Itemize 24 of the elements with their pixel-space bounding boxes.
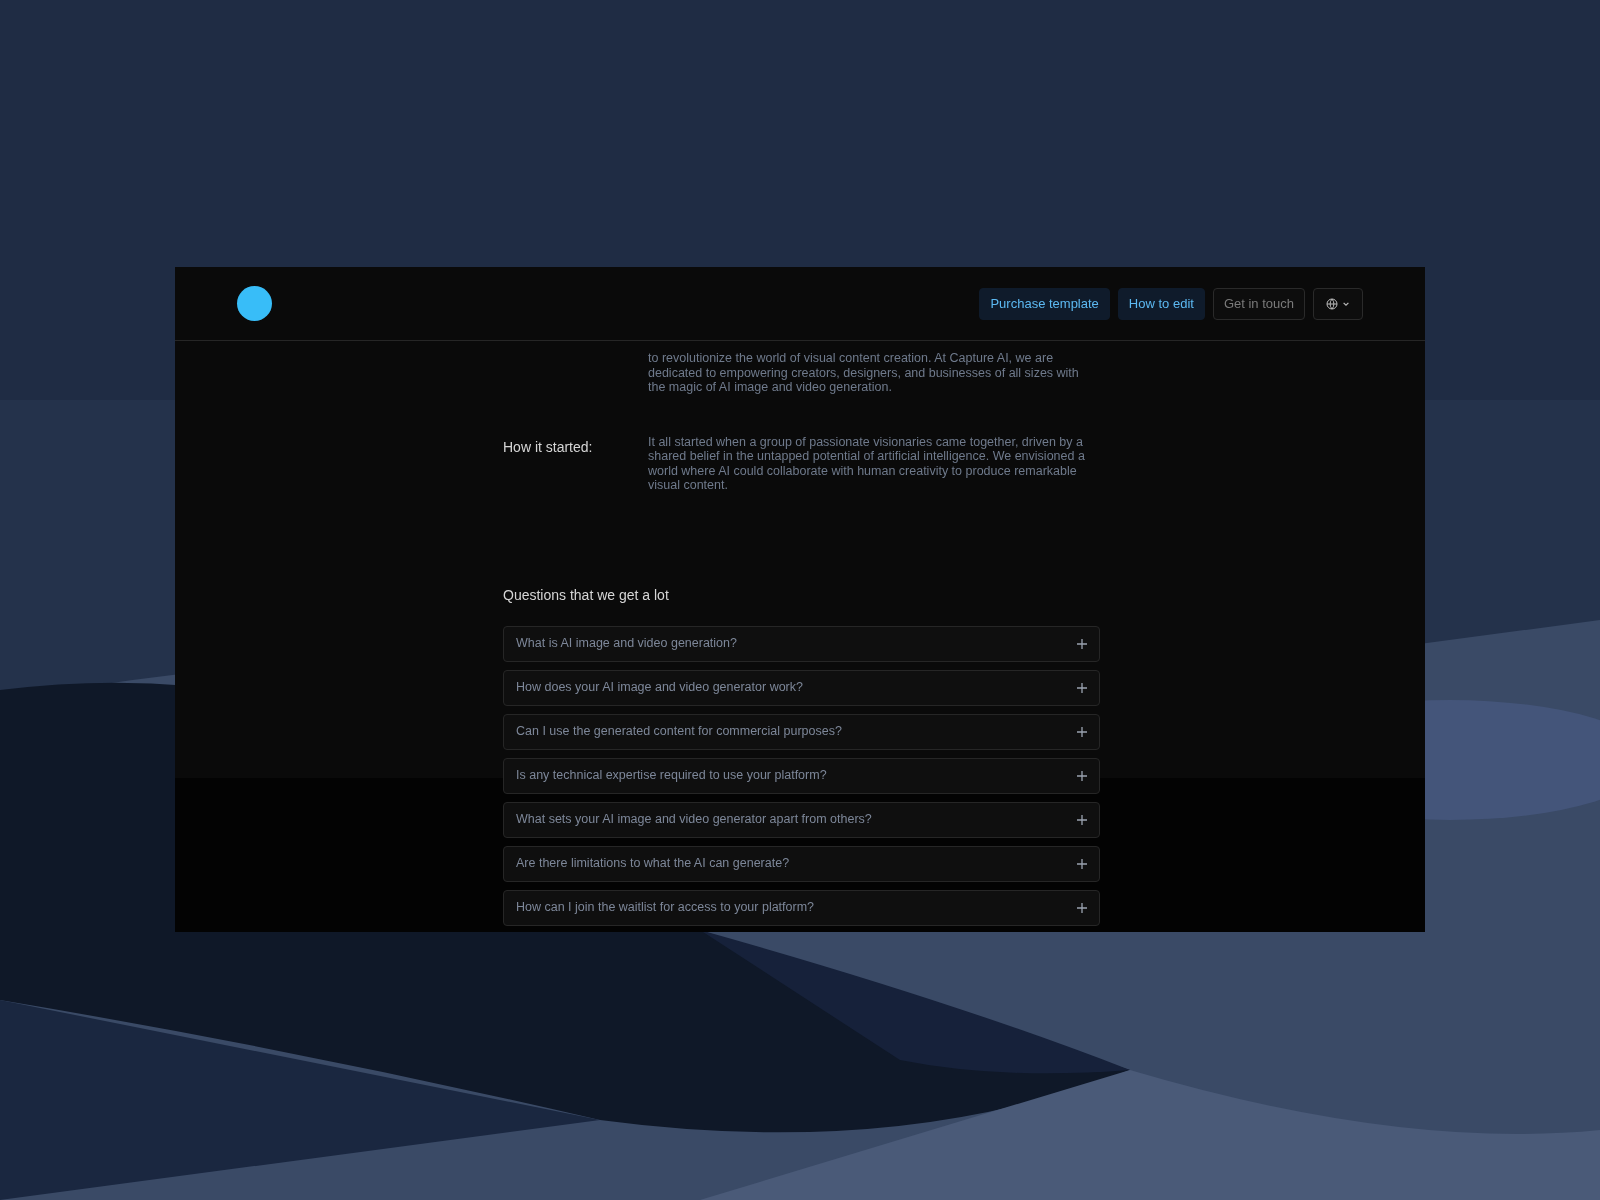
nav-button[interactable]: Get in touch <box>1212 287 1305 320</box>
plus-icon <box>1077 902 1087 913</box>
language-button[interactable] <box>1313 287 1363 320</box>
faq-item[interactable]: Can I use the generated content for commercial purposes? <box>503 713 1100 750</box>
nav-button[interactable]: How to edit <box>1117 287 1205 320</box>
plus-icon <box>1077 814 1087 825</box>
section-paragraph: It all started when a group of passionate visionaries came together, driven by a shared belief in the untapped potential of artificial intelligence. We envisioned a world where AI could collaborate with human creativity to produce remarkable visual content. <box>648 434 1086 493</box>
plus-icon <box>1077 682 1087 693</box>
faq-heading: Questions that we get a lot <box>503 585 670 605</box>
section-label: How it started: <box>503 438 593 455</box>
plus-icon <box>1077 726 1087 737</box>
faq-item[interactable]: Is any technical expertise required to use your platform? <box>503 757 1100 794</box>
globe-icon <box>1326 297 1338 310</box>
faq-item[interactable]: How does your AI image and video generator work? <box>503 669 1100 706</box>
section-paragraph: to revolutionize the world of visual content creation. At Capture AI, we are dedicated to empowering creators, designers, and businesses of all sizes with the magic of AI image and video generation. <box>648 351 1080 395</box>
faq-item[interactable]: What is AI image and video generation? <box>503 625 1100 662</box>
plus-icon <box>1077 770 1087 781</box>
plus-icon <box>1077 858 1087 869</box>
plus-icon <box>1077 638 1087 649</box>
logo[interactable] <box>237 286 272 321</box>
faq-item[interactable]: What sets your AI image and video generator apart from others? <box>503 801 1100 838</box>
faq-item[interactable]: Are there limitations to what the AI can generate? <box>503 845 1100 882</box>
faq-item[interactable]: How can I join the waitlist for access to your platform? <box>503 889 1100 926</box>
nav-button[interactable]: Purchase template <box>979 287 1110 320</box>
